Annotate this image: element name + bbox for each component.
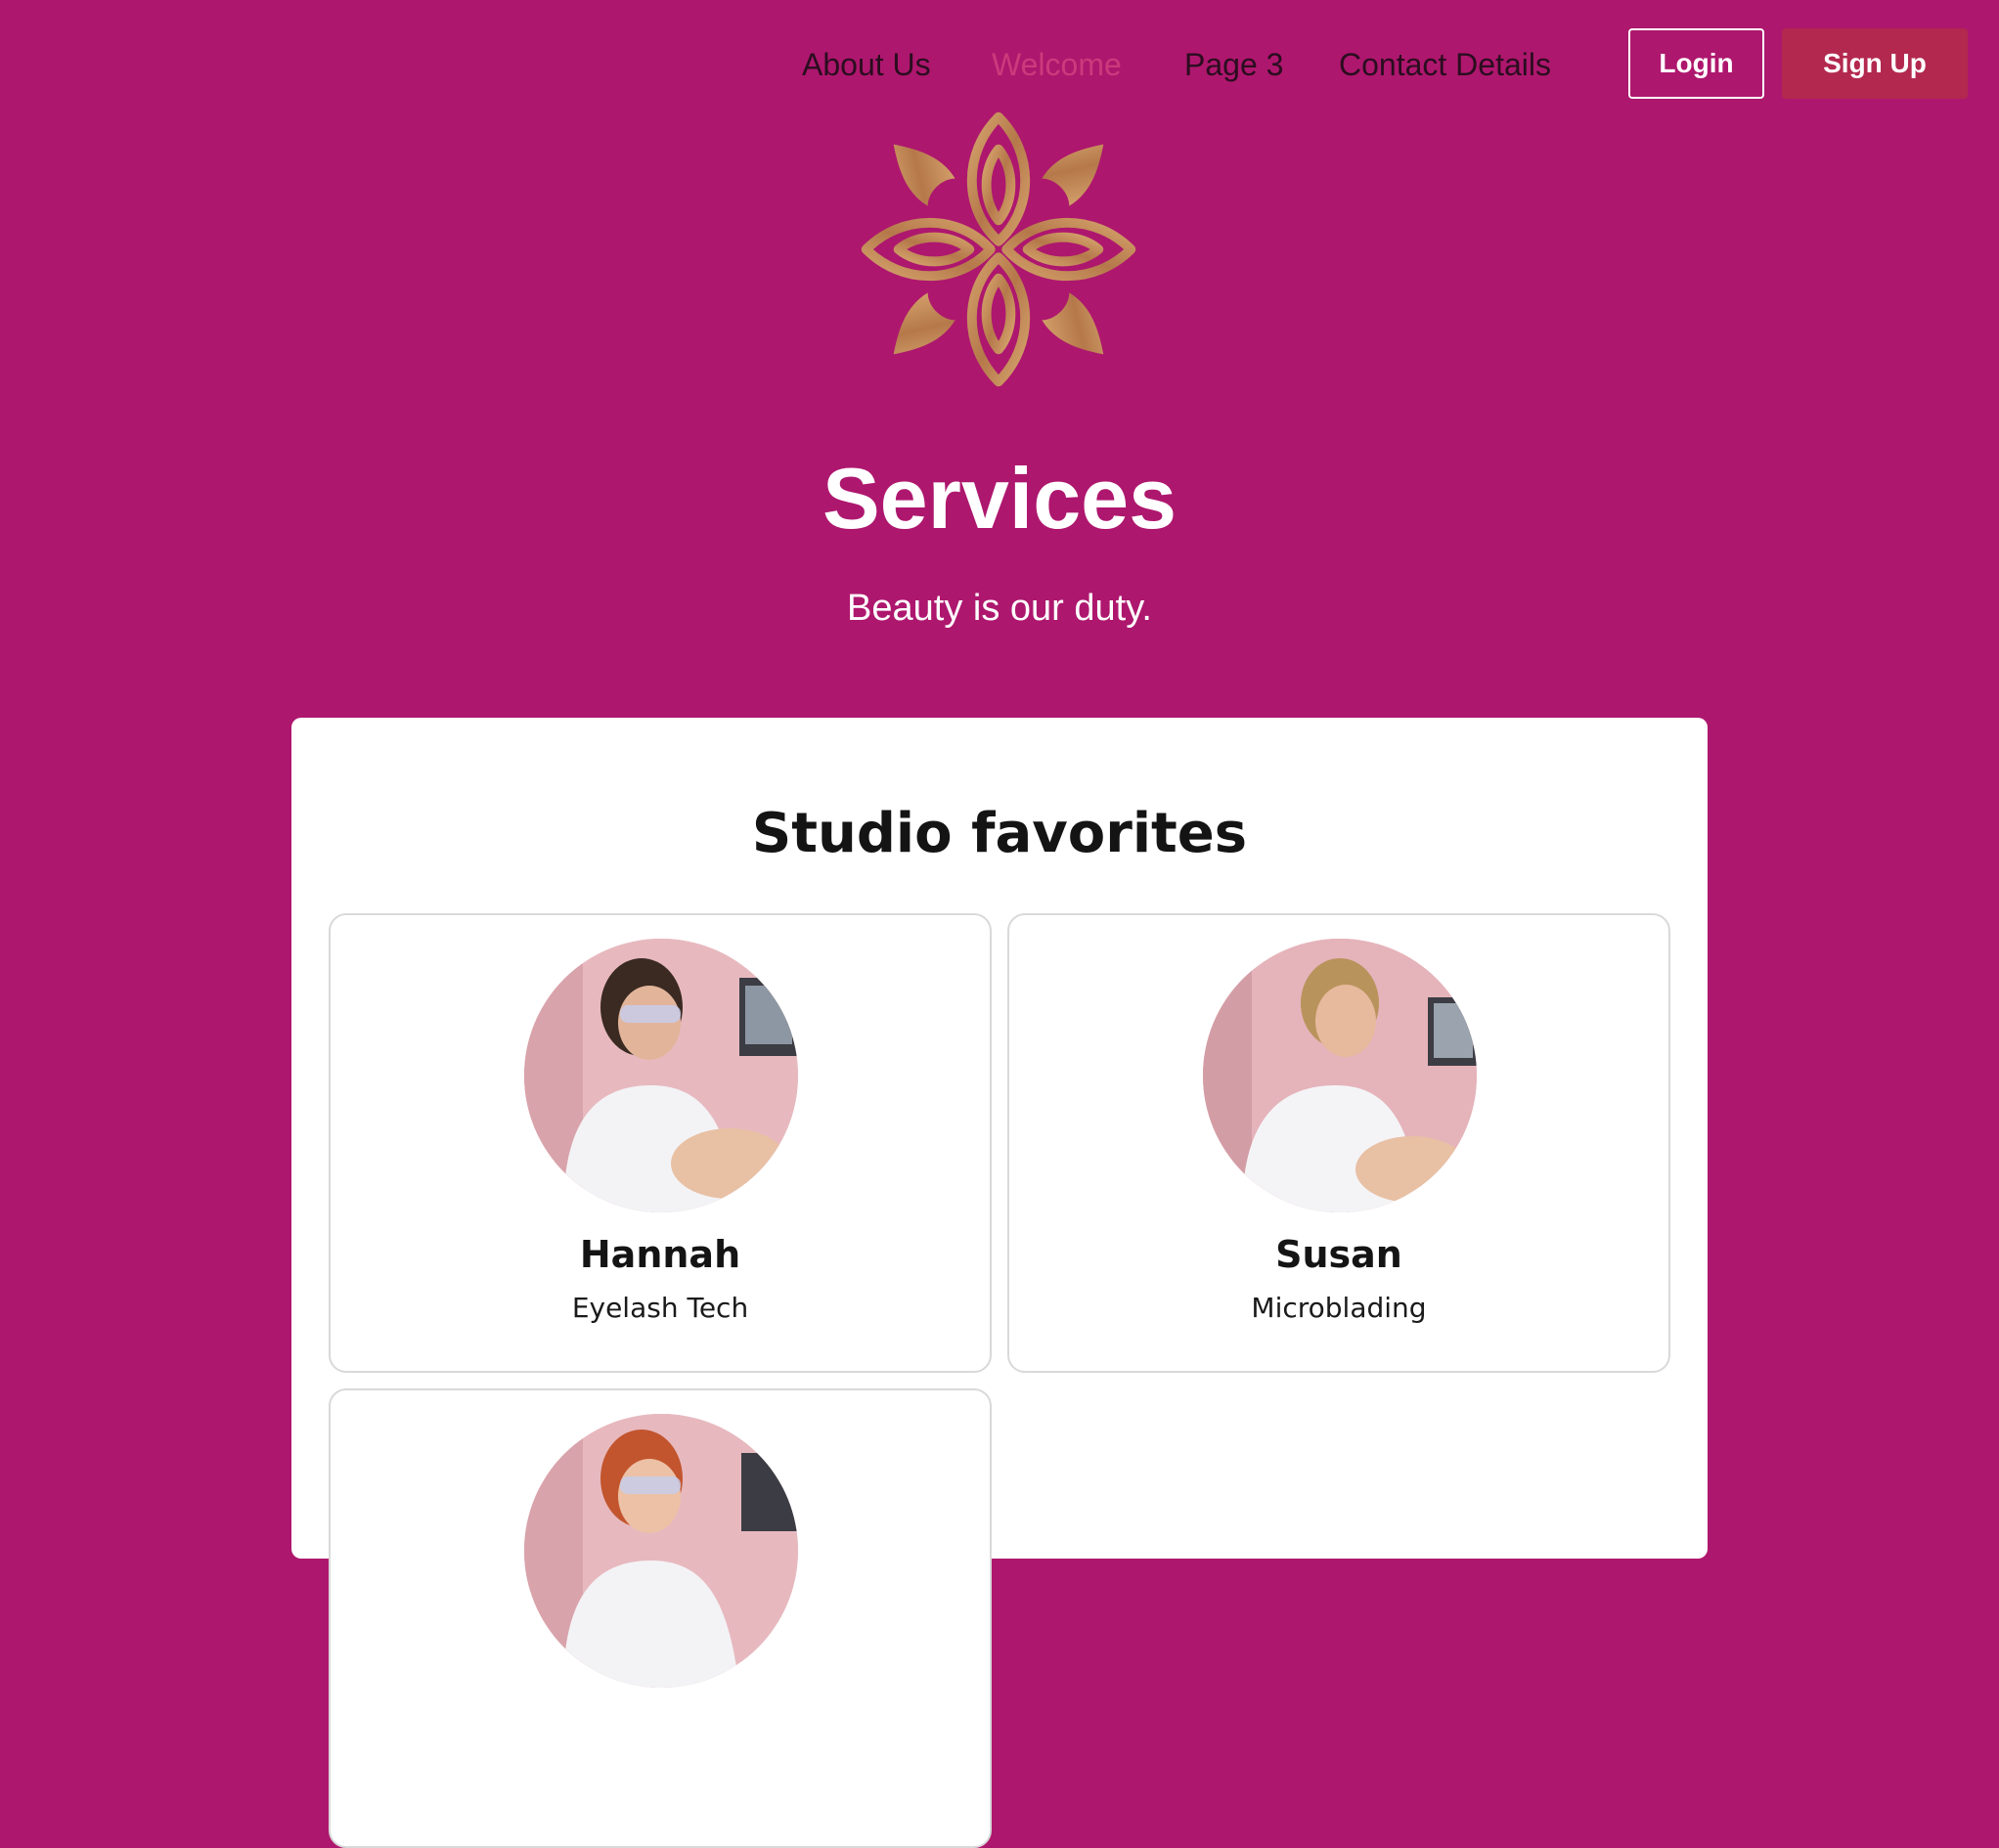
staff-card[interactable] (329, 1388, 992, 1848)
staff-card-susan[interactable]: Susan Microblading (1007, 913, 1670, 1373)
sign-up-button[interactable]: Sign Up (1782, 28, 1968, 99)
nav-link-page-3[interactable]: Page 3 (1184, 41, 1283, 88)
technician-photo (1203, 939, 1477, 1212)
nav-link-welcome[interactable]: Welcome (992, 41, 1122, 88)
lotus-flower-icon (837, 88, 1160, 411)
staff-name: Susan (1275, 1233, 1402, 1276)
studio-favorites-panel: Studio favorites Hannah Eyelash Tech Sus… (291, 718, 1708, 1848)
technician-photo (524, 939, 798, 1212)
nav-link-contact-details[interactable]: Contact Details (1339, 41, 1551, 88)
technician-photo (524, 1414, 798, 1688)
section-title: Studio favorites (751, 802, 1248, 865)
login-button[interactable]: Login (1628, 28, 1764, 99)
staff-card-hannah[interactable]: Hannah Eyelash Tech (329, 913, 992, 1373)
page-subtitle: Beauty is our duty. (847, 588, 1152, 629)
staff-role: Microblading (1251, 1292, 1427, 1324)
staff-name: Hannah (579, 1233, 741, 1276)
nav-link-about-us[interactable]: About Us (802, 41, 931, 88)
staff-role: Eyelash Tech (571, 1292, 749, 1324)
page-title: Services (822, 450, 1177, 547)
